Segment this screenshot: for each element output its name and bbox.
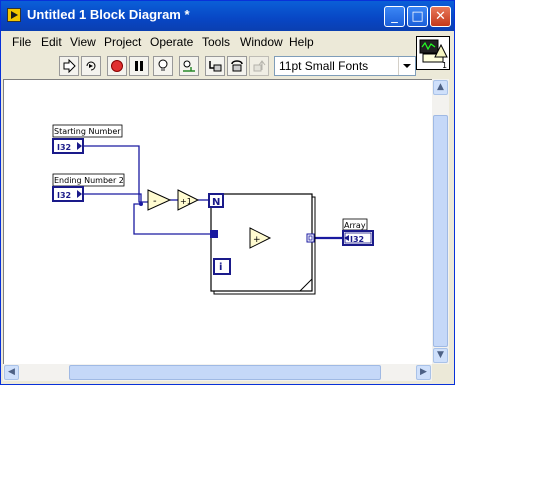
vi-icon-number: 1 [442, 61, 447, 69]
menu-project[interactable]: Project [104, 35, 141, 49]
font-select[interactable]: 11pt Small Fonts [274, 56, 416, 76]
scroll-up-icon[interactable]: ▲ [433, 80, 448, 95]
array-type: I32 [350, 235, 364, 244]
retain-wire-values-icon[interactable] [179, 56, 199, 76]
iteration-label: i [219, 262, 222, 273]
menu-bar: File Edit View Project Operate Tools Win… [4, 32, 409, 52]
starting-number-label: Starting Number [54, 127, 121, 136]
menu-window[interactable]: Window [240, 35, 283, 49]
chevron-down-icon[interactable] [398, 57, 415, 75]
block-diagram-canvas[interactable]: Starting Number I32 Ending Number 2 I32 … [3, 79, 433, 365]
horizontal-scrollbar[interactable]: ◀ ▶ [3, 364, 432, 381]
vi-connector-icon[interactable]: 1 [416, 36, 450, 70]
subtract-node[interactable] [147, 189, 172, 211]
increment-symbol: +1 [180, 197, 192, 206]
array-label: Array [344, 221, 366, 230]
step-into-icon[interactable] [205, 56, 225, 76]
maximize-button[interactable]: □ [407, 6, 428, 27]
abort-icon[interactable] [107, 56, 127, 76]
minimize-button[interactable]: _ [384, 6, 405, 27]
ending-number-label: Ending Number 2 [54, 176, 124, 185]
horizontal-scroll-thumb[interactable] [69, 365, 381, 380]
step-over-icon[interactable] [227, 56, 247, 76]
menu-help[interactable]: Help [289, 35, 314, 49]
menu-file[interactable]: File [12, 35, 31, 49]
scroll-down-icon[interactable]: ▼ [433, 348, 448, 363]
toolbar: 11pt Small Fonts [4, 53, 416, 79]
vertical-scroll-thumb[interactable] [433, 115, 448, 347]
title-bar[interactable]: Untitled 1 Block Diagram * _ □ ✕ [1, 1, 454, 31]
labview-app-icon [7, 8, 21, 22]
wire-ending-to-loop[interactable] [133, 203, 214, 235]
font-select-value: 11pt Small Fonts [279, 59, 369, 73]
step-out-icon[interactable] [249, 56, 269, 76]
menu-operate[interactable]: Operate [150, 35, 193, 49]
menu-view[interactable]: View [70, 35, 96, 49]
window-title: Untitled 1 Block Diagram * [27, 7, 190, 22]
loop-count-label: N [212, 197, 220, 208]
pause-icon[interactable] [129, 56, 149, 76]
ending-number-type: I32 [57, 191, 71, 200]
menu-tools[interactable]: Tools [202, 35, 230, 49]
wire-junction [139, 202, 143, 206]
scroll-right-icon[interactable]: ▶ [416, 365, 431, 380]
add-symbol: + [253, 235, 261, 245]
vertical-scrollbar[interactable]: ▲ ▼ [432, 79, 449, 364]
block-diagram: Starting Number I32 Ending Number 2 I32 … [52, 124, 374, 295]
input-tunnel[interactable] [210, 230, 218, 238]
starting-number-type: I32 [57, 143, 71, 152]
run-arrow-icon[interactable] [59, 56, 79, 76]
subtract-symbol: - [153, 196, 157, 207]
highlight-execution-icon[interactable] [153, 56, 173, 76]
scrollbar-corner [432, 364, 449, 381]
wire-ending[interactable] [82, 193, 142, 204]
scroll-left-icon[interactable]: ◀ [4, 365, 19, 380]
menu-edit[interactable]: Edit [41, 35, 62, 49]
run-continuously-icon[interactable] [81, 56, 101, 76]
output-tunnel[interactable] [306, 233, 315, 243]
close-button[interactable]: ✕ [430, 6, 451, 27]
